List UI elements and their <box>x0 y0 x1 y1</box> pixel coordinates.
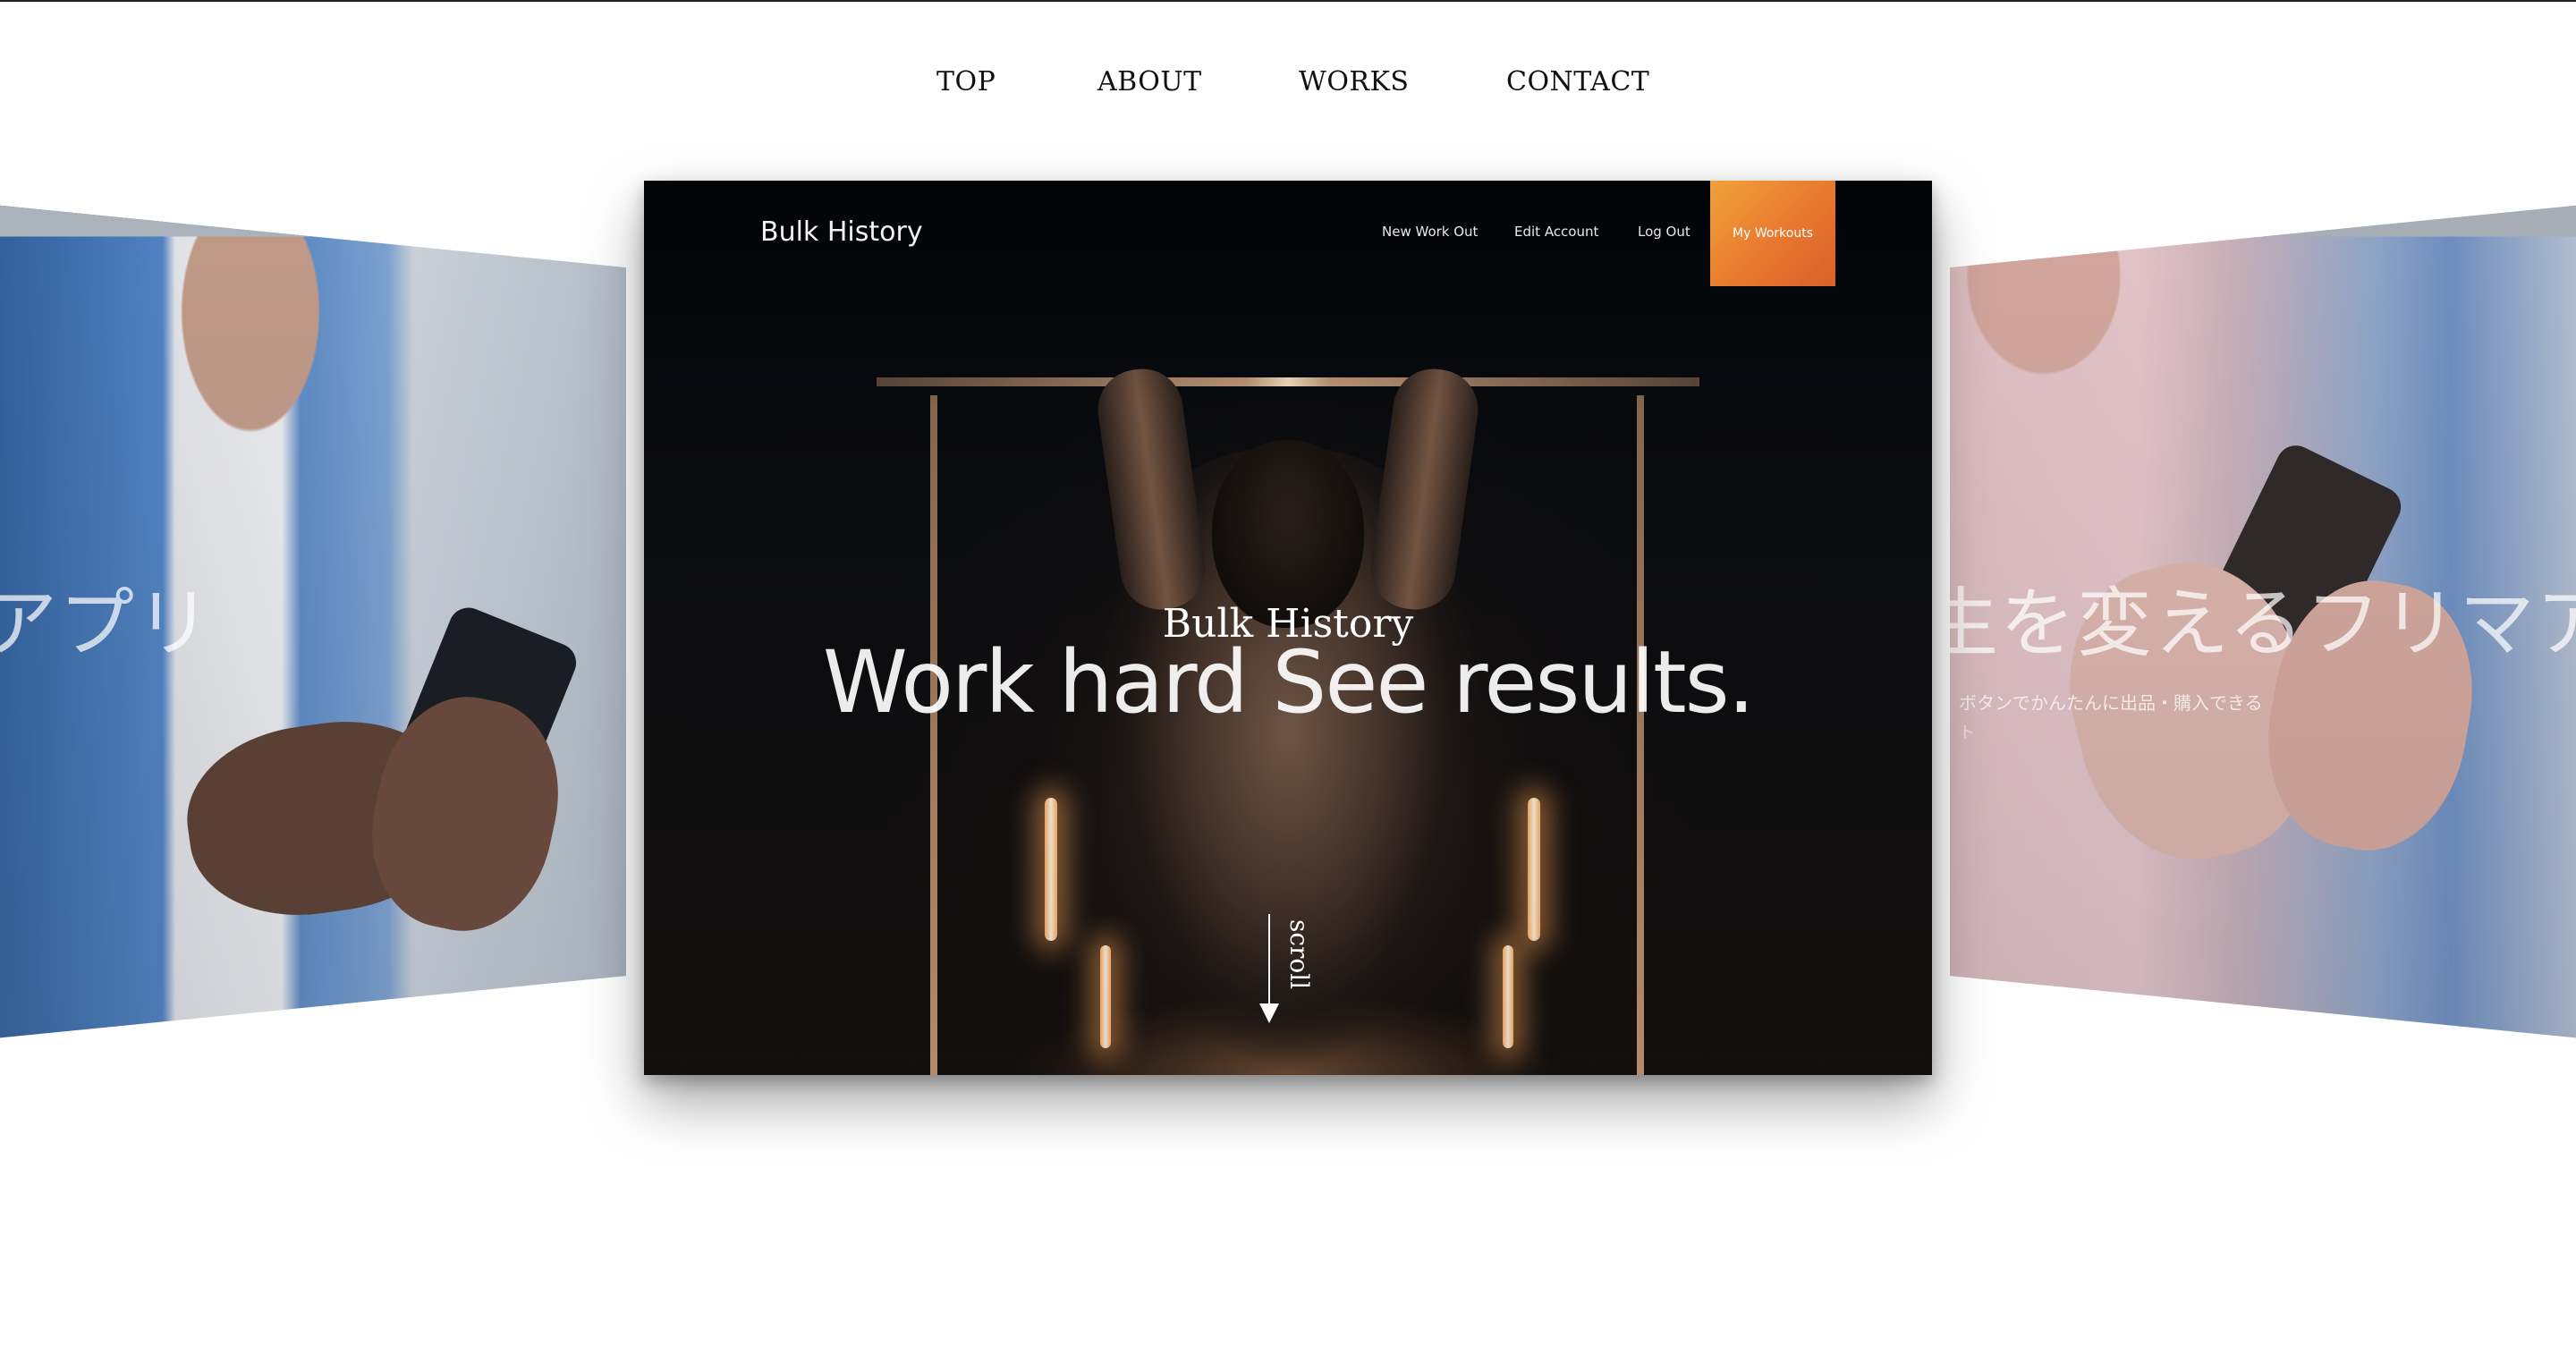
nav-about[interactable]: ABOUT <box>1097 66 1202 97</box>
card-heading: アプリ <box>0 580 214 667</box>
card-subtitle: ト <box>1959 724 1975 742</box>
nav-top[interactable]: TOP <box>936 66 996 97</box>
nav-contact[interactable]: CONTACT <box>1506 66 1649 97</box>
card-heading: 生を変えるフリマアプリ <box>1950 580 2576 667</box>
work-card-bulk-history[interactable]: Bulk History New Work Out Edit Account L… <box>644 181 1932 1075</box>
hero-headline: Work hard See results. <box>822 632 1755 732</box>
main-nav: TOP ABOUT WORKS CONTACT <box>0 66 2576 113</box>
nav-works[interactable]: WORKS <box>1299 66 1409 97</box>
scroll-label[interactable]: scroll <box>1284 919 1314 989</box>
scroll-arrow-icon <box>1259 1003 1279 1023</box>
top-border <box>0 0 2576 2</box>
card-photo: アプリ <box>0 205 626 1038</box>
my-workouts-button[interactable]: My Workouts <box>1710 181 1835 286</box>
edit-account-link[interactable]: Edit Account <box>1514 224 1598 240</box>
work-card-right[interactable]: 生を変えるフリマアプリ ボタンでかんたんに出品・購入できる ト <box>1950 188 2576 1073</box>
card-subtitle: ボタンでかんたんに出品・購入できる <box>1959 692 2263 714</box>
card-photo: 生を変えるフリマアプリ ボタンでかんたんに出品・購入できる ト <box>1950 205 2576 1038</box>
app-header: Bulk History New Work Out Edit Account L… <box>644 181 1932 286</box>
app-logo[interactable]: Bulk History <box>760 216 923 248</box>
work-card-left[interactable]: アプリ <box>0 188 626 1073</box>
log-out-link[interactable]: Log Out <box>1638 224 1690 240</box>
new-workout-link[interactable]: New Work Out <box>1382 224 1478 240</box>
